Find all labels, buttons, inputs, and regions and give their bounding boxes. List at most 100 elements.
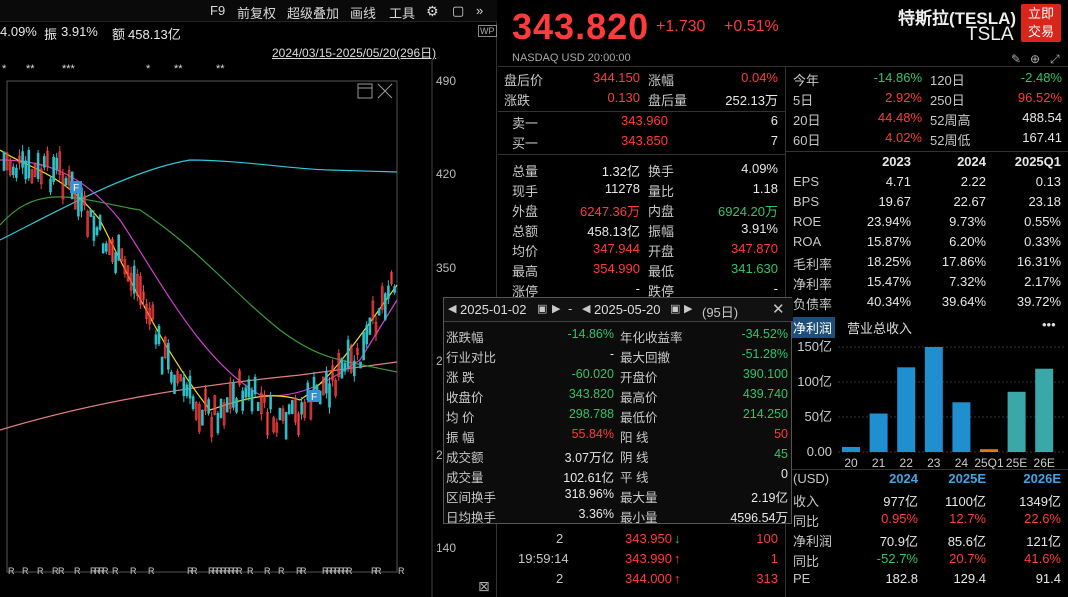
star-marker: ** <box>174 63 183 75</box>
perf-value: 488.54 <box>1022 110 1062 125</box>
popup-row: 涨跌幅 -14.86% 年化收益率 -34.52% <box>444 327 793 347</box>
draw-button[interactable]: 画线 <box>350 3 376 22</box>
candle-body <box>383 293 387 320</box>
candle-body <box>278 408 282 421</box>
fin-value: 0.55% <box>1024 214 1061 229</box>
trade-button[interactable]: 立即 交易 <box>1021 4 1061 42</box>
f-marker-label: F <box>73 183 79 194</box>
market-info: NASDAQ USD 20:00:00 <box>512 52 631 64</box>
bar-x-label: 22 <box>900 456 914 469</box>
prev-arrow-icon[interactable]: ◀ <box>582 302 590 315</box>
bar-26E[interactable] <box>1035 368 1054 452</box>
prev-arrow-icon[interactable]: ◀ <box>448 302 456 315</box>
bar-23[interactable] <box>924 347 943 452</box>
r-marker: R <box>375 566 382 576</box>
end-date[interactable]: 2025-05-20 <box>594 302 661 317</box>
next-arrow-icon[interactable]: ▶ <box>552 302 560 315</box>
wp-icon[interactable]: WP <box>478 25 497 37</box>
candle-body <box>191 396 195 410</box>
tab-revenue[interactable]: 营业总收入 <box>847 318 912 337</box>
popup-row: 涨 跌 -60.020 开盘价 390.100 <box>444 367 793 387</box>
edit-icon[interactable]: ✎ <box>1011 52 1021 66</box>
bar-25Q1[interactable] <box>980 449 998 452</box>
axis-label: 2 <box>436 448 443 462</box>
r-marker: R <box>247 566 254 576</box>
candle-body <box>154 334 158 345</box>
gear-icon[interactable]: ⚙ <box>426 3 439 20</box>
next-arrow-icon[interactable]: ▶ <box>684 302 692 315</box>
candle-body <box>188 375 192 399</box>
bar-x-label: 26E <box>1034 456 1055 469</box>
candle-body <box>21 151 24 168</box>
more-icon[interactable]: ••• <box>1042 317 1056 332</box>
candle-body <box>101 243 105 254</box>
calendar-icon[interactable]: ▣ <box>537 302 547 315</box>
close-icon[interactable] <box>377 83 393 99</box>
popup-row: 成交额 3.07万亿阴 线 45 <box>444 447 793 467</box>
axis-label: 2 <box>436 354 443 368</box>
candle-body <box>185 384 189 397</box>
tab-net-profit[interactable]: 净利润 <box>790 317 836 338</box>
popup-value: 2.19亿 <box>751 491 788 505</box>
price-change: +1.730 <box>656 18 706 35</box>
candle-body <box>12 166 15 176</box>
candle-body <box>27 149 31 179</box>
window-icon[interactable] <box>357 83 373 99</box>
kline-chart[interactable]: 490 420 350 2 2 140 * ** *** * ** ** F F… <box>0 60 497 597</box>
tools-button[interactable]: 工具 <box>389 3 415 22</box>
r-marker: R <box>112 566 119 576</box>
bar-y-label: 0.00 <box>807 444 832 459</box>
bar-x-label: 24 <box>955 456 969 469</box>
r-marker: R <box>148 566 155 576</box>
pin-icon[interactable]: ⊕ <box>1030 52 1040 66</box>
candle-body <box>256 402 260 411</box>
popup-value: 390.100 <box>742 367 788 381</box>
candle-body <box>325 371 328 394</box>
star-marker: * <box>146 63 151 75</box>
start-date[interactable]: 2025-01-02 <box>460 302 527 317</box>
r-marker: R <box>191 566 198 576</box>
close-icon[interactable]: ⊠ <box>478 578 490 595</box>
last-price: 343.820 <box>512 6 650 47</box>
candle-body <box>346 339 350 368</box>
tick-qty: 100 <box>756 531 778 546</box>
bar-20[interactable] <box>842 446 860 452</box>
r-marker: R <box>22 566 29 576</box>
bar-21[interactable] <box>869 413 888 453</box>
bar-y-label: 100亿 <box>797 374 832 389</box>
adjust-button[interactable]: 前复权 <box>237 3 276 22</box>
candle-body <box>182 377 186 397</box>
ma-line <box>0 159 398 397</box>
star-marker: * <box>2 63 7 75</box>
r-marker: R <box>236 566 243 576</box>
chart-frame <box>6 80 398 573</box>
bar-22[interactable] <box>897 367 916 452</box>
calendar-icon[interactable]: ▣ <box>670 302 680 315</box>
bar-x-label: 23 <box>927 456 941 469</box>
double-chevron-icon[interactable]: » <box>476 3 483 18</box>
axis-label: 350 <box>436 261 456 275</box>
candle-body <box>235 398 238 413</box>
popup-value: 4596.54万 <box>730 511 788 525</box>
candle-body <box>253 376 257 395</box>
candle-body <box>157 325 161 345</box>
bar-24[interactable] <box>952 402 971 452</box>
r-marker: R <box>346 566 353 576</box>
candle-body <box>359 361 362 369</box>
date-range[interactable]: 2024/03/15-2025/05/20(296日) <box>272 44 436 61</box>
f9-button[interactable]: F9 <box>210 3 225 18</box>
overlay-button[interactable]: 超级叠加 <box>287 3 339 22</box>
amp-label: 振 <box>44 27 58 42</box>
bar-y-label: 150亿 <box>797 339 832 354</box>
axis-label: 490 <box>436 74 456 88</box>
bar-x-label: 25E <box>1006 456 1027 469</box>
candle-body <box>114 252 117 273</box>
bar-25E[interactable] <box>1007 391 1026 452</box>
candle-body <box>368 317 372 335</box>
candle-body <box>232 382 235 408</box>
close-icon[interactable]: ✕ <box>772 300 785 318</box>
window-icon[interactable]: ▢ <box>452 3 464 19</box>
chart-toolbar: F9 前复权 超级叠加 画线 工具 ⚙ ▢ » <box>0 0 497 22</box>
popup-row: 日均换手 3.36% 最小量 4596.54万 <box>444 507 793 527</box>
link-icon[interactable]: ⤢ <box>1050 52 1060 67</box>
